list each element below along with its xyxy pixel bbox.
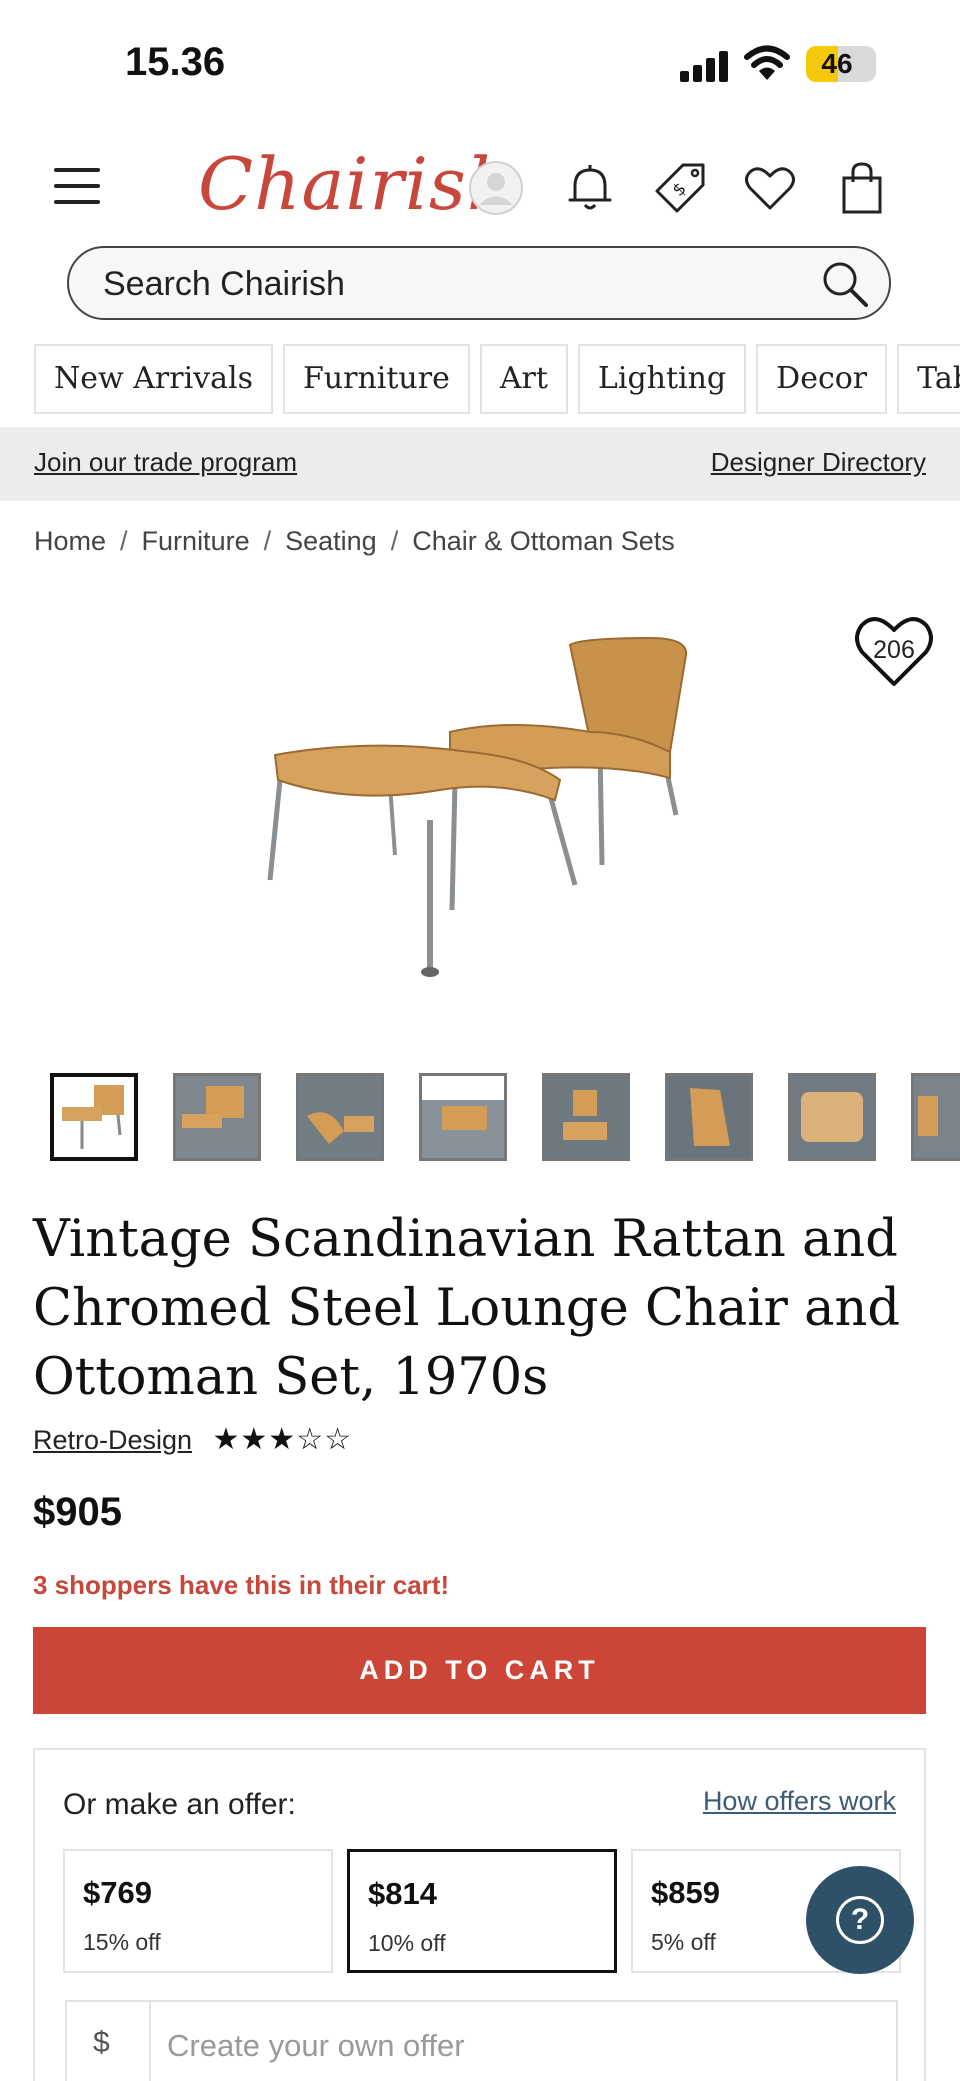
seller-rating: ★★★☆☆ (212, 1423, 352, 1456)
trade-bar: Join our trade program Designer Director… (0, 427, 960, 501)
battery-icon: 46 (806, 46, 876, 82)
tab-new-arrivals[interactable]: New Arrivals (34, 344, 273, 414)
tab-lighting[interactable]: Lighting (577, 344, 747, 414)
breadcrumb: Home / Furniture / Seating / Chair & Ottoman S… (34, 526, 675, 557)
offer-discount: 5% off (651, 1929, 716, 1955)
trade-program-link[interactable]: Join our trade program (34, 447, 297, 478)
breadcrumb-separator: / (120, 526, 128, 556)
thumbnail-strip (50, 1073, 960, 1163)
offer-price: $814 (368, 1876, 437, 1911)
tab-art[interactable]: Art (479, 344, 568, 414)
thumbnail[interactable] (542, 1073, 630, 1161)
offer-discount: 15% off (83, 1929, 161, 1955)
account-icon[interactable] (466, 158, 526, 218)
thumbnail[interactable] (50, 1073, 138, 1161)
help-button[interactable]: ? (806, 1866, 914, 1974)
tab-furniture[interactable]: Furniture (282, 344, 470, 414)
status-time: 15.36 (125, 40, 226, 84)
field-divider (149, 2002, 151, 2081)
thumbnail[interactable] (419, 1073, 507, 1161)
cellular-signal-icon (680, 50, 730, 82)
breadcrumb-furniture[interactable]: Furniture (142, 526, 250, 556)
status-bar: 15.36 46 (0, 0, 960, 130)
heart-icon[interactable] (740, 158, 800, 218)
bell-icon[interactable] (560, 158, 620, 218)
offer-price: $769 (83, 1875, 152, 1910)
cart-urgency-message: 3 shoppers have this in their cart! (33, 1570, 450, 1600)
thumbnail[interactable] (911, 1073, 960, 1161)
tab-decor[interactable]: Decor (756, 344, 888, 414)
offer-option-15[interactable]: $769 15% off (63, 1849, 333, 1973)
search-bar (67, 246, 891, 320)
breadcrumb-seating[interactable]: Seating (285, 526, 377, 556)
offer-price: $859 (651, 1875, 720, 1910)
offer-label: Or make an offer: (63, 1788, 296, 1821)
shopping-bag-icon[interactable] (832, 158, 892, 218)
site-header: Chairish $ (0, 140, 960, 240)
custom-offer-field: $ (65, 2000, 898, 2081)
thumbnail[interactable] (788, 1073, 876, 1161)
product-image[interactable] (230, 620, 730, 990)
favorite-count: 206 (873, 636, 915, 664)
svg-text:$: $ (669, 179, 691, 201)
product-price: $905 (33, 1490, 122, 1534)
offer-discount: 10% off (368, 1930, 446, 1956)
favorite-button[interactable]: 206 (852, 608, 936, 692)
thumbnail[interactable] (296, 1073, 384, 1161)
menu-icon[interactable] (54, 168, 100, 204)
category-tabs: New ArrivalsFurnitureArtLightingDecorTab… (34, 344, 960, 416)
search-icon[interactable] (819, 258, 871, 310)
thumbnail[interactable] (665, 1073, 753, 1161)
offer-panel: Or make an offer: How offers work $769 1… (33, 1748, 926, 2081)
offer-option-10[interactable]: $814 10% off (347, 1849, 617, 1973)
tab-table[interactable]: Table (897, 344, 960, 414)
search-input[interactable] (103, 260, 803, 308)
wifi-icon (744, 45, 790, 80)
seller-row: Retro-Design ★★★☆☆ (33, 1422, 352, 1462)
thumbnail[interactable] (173, 1073, 261, 1161)
designer-directory-link[interactable]: Designer Directory (711, 447, 926, 478)
add-to-cart-button[interactable]: ADD TO CART (33, 1627, 926, 1714)
question-mark-icon: ? (836, 1896, 884, 1944)
product-title: Vintage Scandinavian Rattan and Chromed … (33, 1210, 901, 1407)
price-tag-icon[interactable]: $ (650, 158, 710, 218)
breadcrumb-home[interactable]: Home (34, 526, 106, 556)
breadcrumb-chair-ottoman-sets[interactable]: Chair & Ottoman Sets (412, 526, 675, 556)
breadcrumb-separator: / (263, 526, 272, 556)
custom-offer-input[interactable] (167, 2022, 867, 2070)
seller-link[interactable]: Retro-Design (33, 1425, 192, 1455)
how-offers-work-link[interactable]: How offers work (703, 1786, 896, 1817)
battery-percent: 46 (821, 48, 853, 79)
currency-symbol: $ (93, 2026, 110, 2059)
breadcrumb-separator: / (390, 526, 399, 556)
